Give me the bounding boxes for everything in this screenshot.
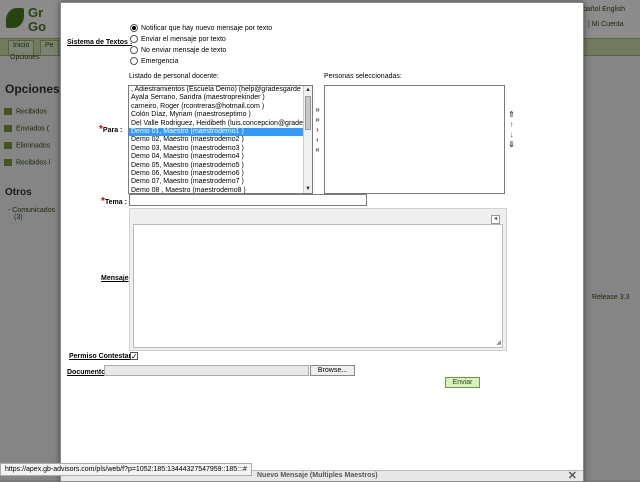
browse-button[interactable]: Browse... [310,365,355,376]
staff-list-item[interactable]: Ayala Serrano, Sandra (maestroprekinder … [129,94,312,102]
staff-list-item[interactable]: Demo 01, Maestro (maestrodemo1 ) [129,127,312,137]
move-up-icon[interactable]: ↑ [507,121,516,129]
remove-all-icon[interactable]: « [313,146,322,154]
staff-list-item[interactable]: Del Valle Rodriguez, Heidibeth (luis.con… [129,120,312,128]
radio-icon[interactable] [130,46,138,54]
editor-toolbar-toggle-icon[interactable]: ◂ [491,215,500,224]
selected-listbox[interactable] [324,85,505,194]
radio-selected-icon[interactable] [130,24,138,32]
subject-input[interactable] [129,194,367,206]
sms-option-send[interactable]: Enviar el mensaje por texto [130,35,226,45]
add-all-icon[interactable]: » [313,106,322,114]
staff-list-item[interactable]: Demo 08 , Maestro (maestrodemo8 ) [129,187,312,193]
resize-handle-icon[interactable]: ◢ [496,339,501,346]
dialog-title: Nuevo Mensaje (Multiples Maestros) [257,472,378,479]
staff-listbox[interactable]: , Adiestramientos (Escuela Demo) (help@g… [128,85,313,194]
document-label: Documento [67,369,106,376]
scroll-thumb[interactable] [305,96,311,130]
radio-icon[interactable] [130,35,138,43]
add-selected-icon[interactable]: › [313,126,322,134]
document-file-field[interactable] [104,365,309,376]
send-button[interactable]: Enviar [445,377,480,388]
reply-permission-label: Permiso Contestar [69,353,132,360]
add-all-fast-icon[interactable]: » [313,116,322,124]
sms-option-notify[interactable]: Notificar que hay nuevo mensaje por text… [130,24,272,34]
to-label: *Para : [99,124,123,135]
staff-list-item[interactable]: Demo 03, Maestro (maestrodemo3 ) [129,145,312,153]
close-icon[interactable]: ✕ [568,469,577,482]
message-label: Mensaje [101,275,129,282]
sms-option-none[interactable]: No enviar mensaje de texto [130,46,226,56]
staff-list-item[interactable]: Demo 07, Maestro (maestrodemo7 ) [129,178,312,186]
staff-list-label: Listado de personal docente: [129,73,219,80]
selected-list-label: Personas seleccionadas: [324,73,402,80]
move-top-icon[interactable]: ⇑ [507,111,516,119]
staff-list-item[interactable]: , Adiestramientos (Escuela Demo) (help@g… [129,86,312,94]
new-message-dialog: Sistema de Textos : Notificar que hay nu… [60,2,584,482]
sms-label: Sistema de Textos : [67,39,133,46]
reply-permission-checkbox[interactable]: ✓ [130,352,138,361]
remove-selected-icon[interactable]: ‹ [313,136,322,144]
move-bottom-icon[interactable]: ⇓ [507,141,516,149]
staff-list-item[interactable]: Colón Díaz, Myriam (maestroseptimo ) [129,111,312,119]
move-down-icon[interactable]: ↓ [507,131,516,139]
radio-icon[interactable] [130,57,138,65]
scroll-down-icon[interactable]: ▼ [304,185,312,193]
message-textarea[interactable]: ◢ [133,224,503,348]
status-url: https://apex.gb-advisors.com/pls/web/f?p… [0,463,252,476]
subject-label: *Tema : [101,196,127,207]
staff-list-item[interactable]: Demo 05, Maestro (maestrodemo5 ) [129,162,312,170]
sms-option-emergency[interactable]: Emergencia [130,57,178,67]
scroll-up-icon[interactable]: ▲ [304,86,312,94]
message-editor: ◂ ◢ [129,208,507,351]
staff-list-item[interactable]: Demo 06, Maestro (maestrodemo6 ) [129,170,312,178]
staff-list-item[interactable]: Demo 04, Maestro (maestrodemo4 ) [129,153,312,161]
staff-list-scrollbar[interactable]: ▲ ▼ [303,86,312,193]
staff-list-item[interactable]: Demo 02, Maestro (maestrodemo2 ) [129,136,312,144]
staff-list-item[interactable]: carneiro, Roger (rcontreras@hotmail.com … [129,103,312,111]
check-icon: ✓ [131,352,138,361]
